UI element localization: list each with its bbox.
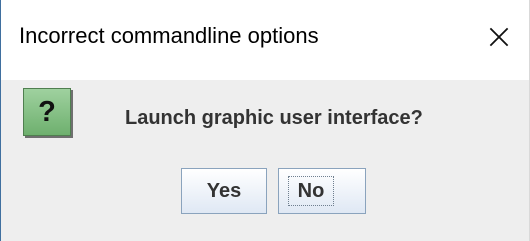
question-mark-symbol: ? <box>38 95 56 128</box>
dialog-content: ? Launch graphic user interface? Yes No <box>1 80 529 241</box>
dialog-window: Incorrect commandline options ? Launch g… <box>0 0 530 241</box>
focus-ring: No <box>288 176 334 206</box>
close-icon <box>489 27 509 47</box>
question-icon: ? <box>23 88 71 136</box>
no-button[interactable]: No <box>278 168 366 214</box>
dialog-message: Launch graphic user interface? <box>125 107 423 129</box>
dialog-title: Incorrect commandline options <box>19 23 319 48</box>
close-button[interactable] <box>469 12 529 62</box>
no-button-label: No <box>297 179 325 202</box>
title-bar: Incorrect commandline options <box>1 0 529 80</box>
yes-button[interactable]: Yes <box>181 168 267 214</box>
